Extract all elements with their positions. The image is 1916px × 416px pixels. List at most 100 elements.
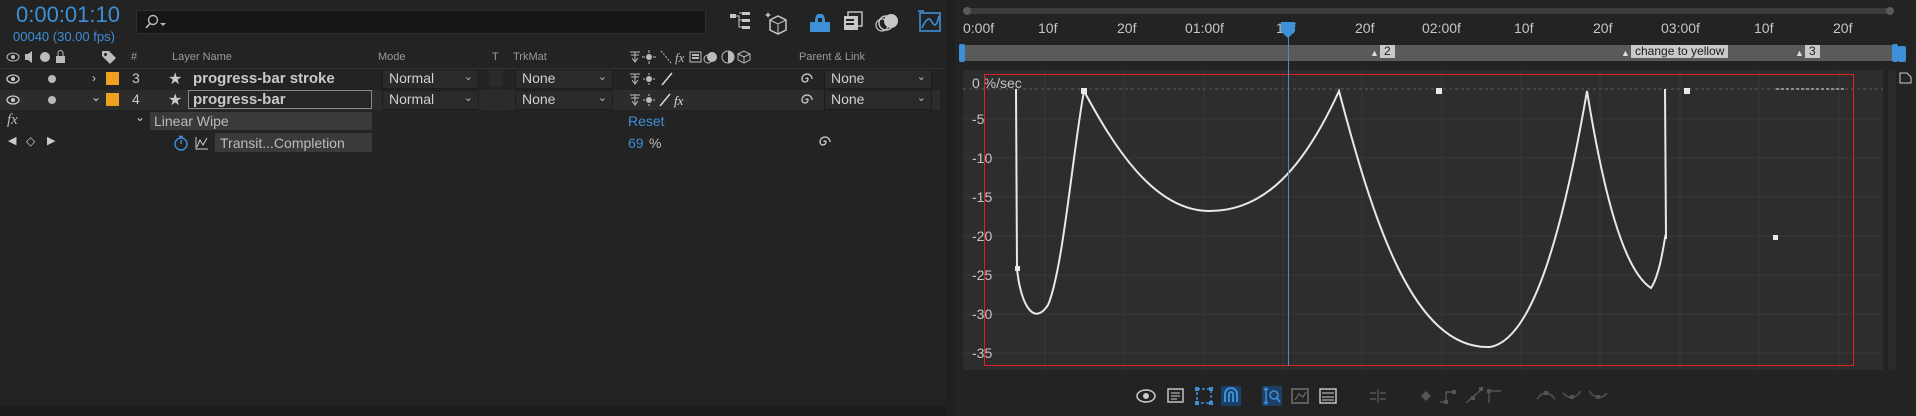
layer-switches-header-icons: fx — [630, 50, 751, 65]
navigator-end-handle[interactable] — [1886, 7, 1894, 15]
time-ruler[interactable]: 0:00f 10f 20f 01:00f 10f 20f 02:00f 10f … — [963, 10, 1883, 44]
draft-3d-icon[interactable] — [762, 8, 790, 36]
effect-row: fx ⌄ Linear Wipe Reset — [0, 110, 940, 131]
previous-keyframe-icon[interactable]: ◀ — [8, 134, 16, 147]
stopwatch-icon[interactable] — [173, 135, 189, 151]
marker-label[interactable]: change to yellow — [1631, 45, 1729, 58]
graph-options-icon[interactable] — [1165, 385, 1187, 407]
property-value[interactable]: 69 — [628, 135, 644, 151]
effect-chevron-down-icon[interactable]: ⌄ — [135, 110, 145, 124]
marker-label[interactable]: 3 — [1805, 45, 1820, 58]
pick-whip-icon[interactable] — [799, 93, 815, 107]
expand-chevron-right-icon[interactable]: › — [92, 71, 96, 85]
blend-mode-value: Normal — [389, 91, 435, 107]
work-area-bar[interactable]: ▲ 2 ▲ change to yellow ▲ 3 — [959, 44, 1898, 62]
pick-whip-icon[interactable] — [817, 135, 833, 149]
layer-switch-icons[interactable] — [628, 71, 678, 87]
fit-selection-icon[interactable] — [1289, 385, 1311, 407]
snap-icon[interactable] — [1897, 70, 1913, 86]
effect-name: Linear Wipe — [154, 113, 229, 129]
layer-label-color-swatch[interactable] — [106, 93, 119, 106]
layer-name[interactable]: progress-bar — [193, 91, 286, 108]
parent-select[interactable]: None ⌄ — [824, 90, 932, 110]
show-properties-eye-icon[interactable] — [1135, 385, 1157, 407]
transform-box-icon[interactable] — [1193, 385, 1215, 407]
expand-chevron-down-icon[interactable]: ⌄ — [91, 90, 101, 104]
blend-mode-select[interactable]: Normal ⌄ — [382, 69, 479, 89]
track-matte-select[interactable]: None ⌄ — [515, 69, 613, 89]
marker-triangle-icon[interactable]: ▲ — [1795, 48, 1804, 58]
composition-flowchart-icon[interactable] — [726, 8, 754, 36]
track-matte-select[interactable]: None ⌄ — [515, 90, 613, 110]
auto-bezier-icon[interactable] — [1485, 385, 1507, 407]
panel-splitter[interactable] — [946, 0, 955, 416]
timeline-layer-panel: 0:00:01:10 00040 (30.00 fps) # Layer Nam… — [0, 0, 955, 416]
ruler-tick: 03:00f — [1661, 20, 1700, 36]
next-keyframe-icon[interactable]: ▶ — [47, 134, 55, 147]
layer-row-3[interactable]: › 3 ★ progress-bar stroke Normal ⌄ None ⌄ … — [0, 69, 940, 89]
work-area-start-handle[interactable] — [959, 44, 965, 62]
column-mode[interactable]: Mode — [378, 51, 406, 63]
fit-all-icon[interactable] — [1317, 385, 1339, 407]
layer-row-4[interactable]: ⌄ 4 ★ progress-bar Normal ⌄ None ⌄ fx None… — [0, 90, 940, 110]
ruler-tick: 20f — [1355, 20, 1375, 36]
track-matte-value: None — [522, 70, 556, 86]
linear-keyframe-icon[interactable] — [1463, 385, 1485, 407]
layer-number: 4 — [132, 91, 140, 107]
zoom-end-handle[interactable] — [1898, 46, 1906, 62]
shape-layer-star-icon: ★ — [168, 71, 183, 88]
property-name-cell[interactable]: Transit...Completion — [215, 133, 372, 152]
ruler-tick: 10f — [1038, 20, 1058, 36]
separate-dimensions-icon[interactable] — [1367, 385, 1389, 407]
layer-label-color-swatch[interactable] — [106, 72, 119, 85]
layer-switch-icons[interactable]: fx — [628, 92, 692, 108]
pick-whip-icon[interactable] — [799, 72, 815, 86]
solo-toggle-icon[interactable] — [48, 75, 56, 83]
current-time-display[interactable]: 0:00:01:10 — [16, 2, 120, 28]
column-number: # — [131, 51, 138, 63]
layer-name-field[interactable]: progress-bar — [188, 90, 372, 109]
work-area-dashes — [968, 62, 1458, 75]
graph-vertical-scrollbar[interactable] — [1888, 70, 1896, 370]
column-layer-name[interactable]: Layer Name — [172, 51, 232, 63]
column-t[interactable]: T — [492, 51, 499, 63]
hold-keyframe-icon[interactable] — [1437, 385, 1459, 407]
ruler-tick: 10f — [1754, 20, 1774, 36]
ruler-tick: 20f — [1117, 20, 1137, 36]
easy-ease-out-icon[interactable] — [1587, 385, 1609, 407]
shy-layers-icon[interactable] — [806, 8, 834, 36]
visibility-eye-icon[interactable] — [6, 73, 20, 85]
motion-blur-icon[interactable] — [874, 8, 902, 36]
marker-triangle-icon[interactable]: ▲ — [1621, 48, 1630, 58]
effect-reset-link[interactable]: Reset — [628, 113, 665, 129]
preserve-transparency-toggle[interactable] — [489, 91, 503, 108]
easy-ease-icon[interactable] — [1535, 385, 1557, 407]
graph-toggle-icon[interactable] — [195, 136, 209, 150]
fx-label: fx — [7, 112, 18, 128]
auto-zoom-height-icon[interactable] — [1261, 385, 1283, 407]
snap-magnet-icon[interactable] — [1220, 385, 1242, 407]
edit-keyframe-icon[interactable] — [1415, 385, 1437, 407]
preserve-transparency-toggle[interactable] — [489, 70, 503, 87]
column-parent-link[interactable]: Parent & Link — [799, 51, 865, 63]
layer-name[interactable]: progress-bar stroke — [193, 70, 335, 87]
ruler-tick: 10f — [1514, 20, 1534, 36]
blend-mode-value: Normal — [389, 70, 435, 86]
current-time-indicator-line[interactable] — [1288, 24, 1289, 366]
blend-mode-select[interactable]: Normal ⌄ — [382, 90, 479, 110]
frame-count-display: 00040 (30.00 fps) — [13, 29, 115, 44]
effect-name-cell[interactable]: Linear Wipe — [150, 112, 372, 130]
parent-select[interactable]: None ⌄ — [824, 69, 932, 89]
svg-text:fx: fx — [674, 93, 684, 108]
graph-editor-icon[interactable] — [916, 8, 944, 36]
layer-search-input[interactable] — [136, 10, 706, 34]
add-keyframe-icon[interactable]: ◇ — [26, 134, 35, 148]
solo-toggle-icon[interactable] — [48, 96, 56, 104]
marker-label[interactable]: 2 — [1380, 45, 1395, 58]
frame-blending-icon[interactable] — [840, 8, 868, 36]
column-trkmat[interactable]: TrkMat — [513, 51, 547, 63]
easy-ease-in-icon[interactable] — [1561, 385, 1583, 407]
marker-triangle-icon[interactable]: ▲ — [1370, 48, 1379, 58]
ruler-tick: 20f — [1593, 20, 1613, 36]
visibility-eye-icon[interactable] — [6, 94, 20, 106]
